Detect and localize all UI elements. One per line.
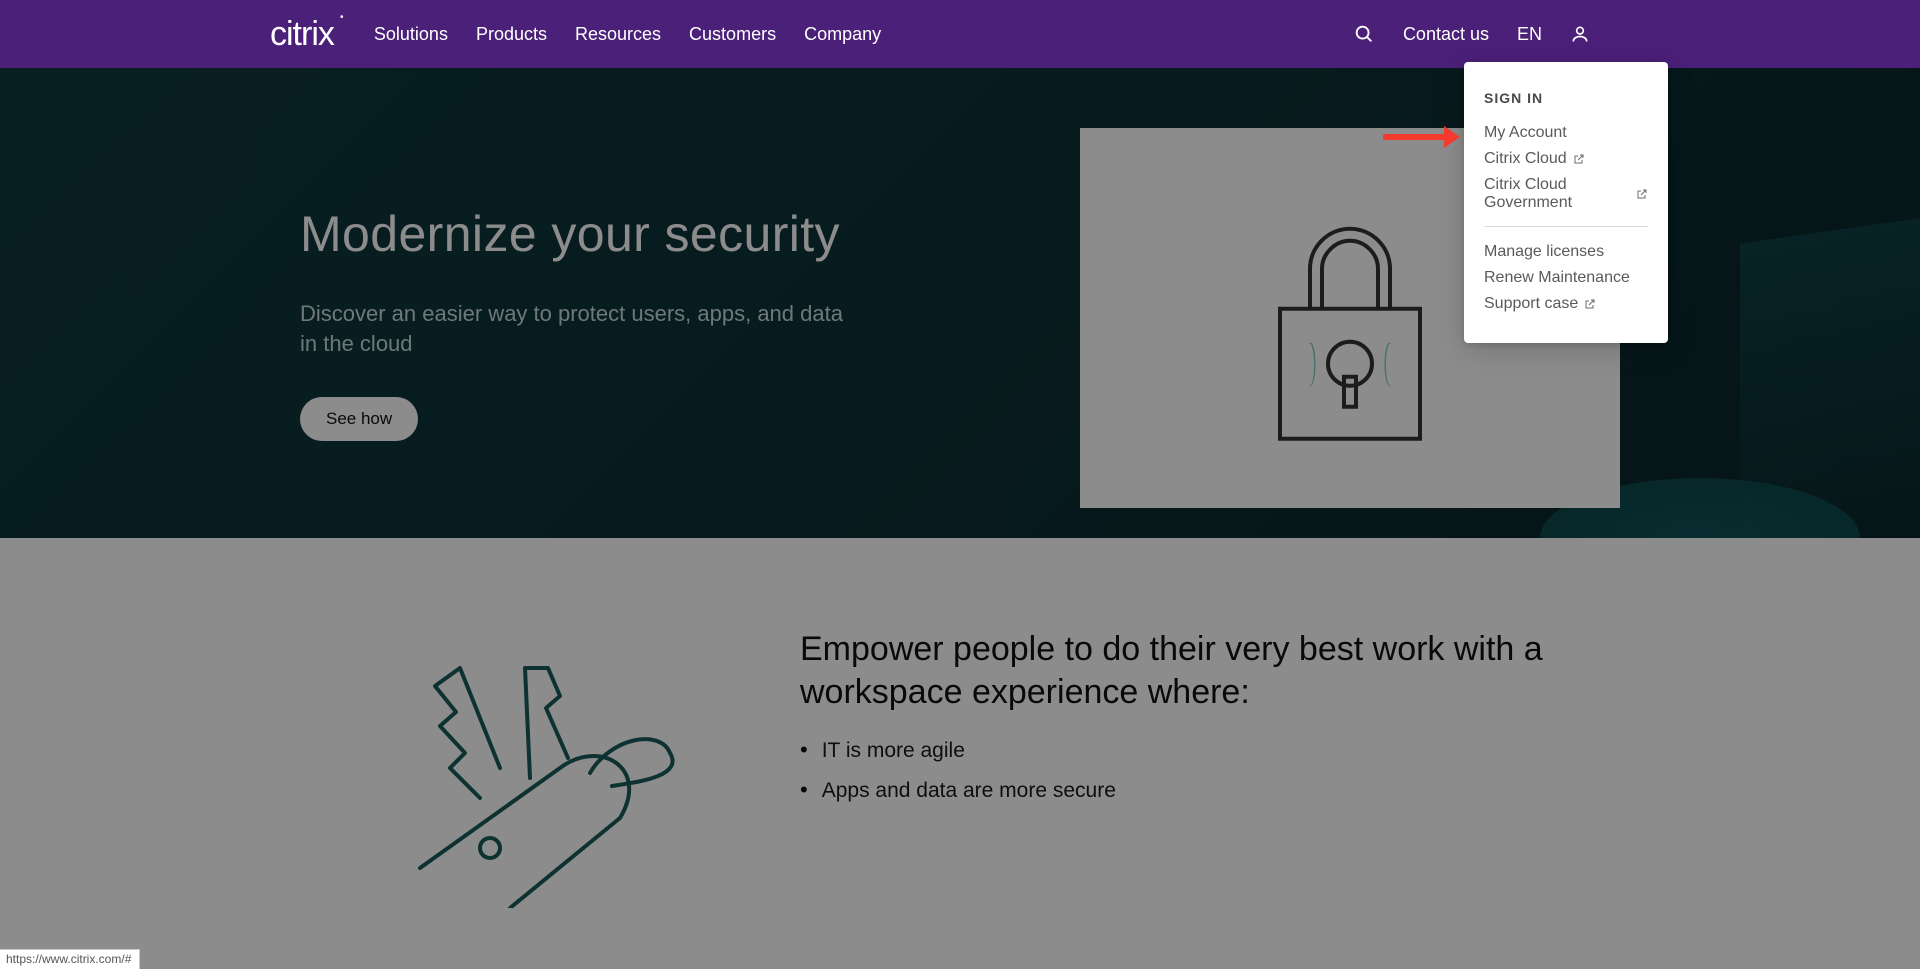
dropdown-item-my-account[interactable]: My Account: [1484, 124, 1648, 142]
bullet-text: IT is more agile: [822, 739, 965, 763]
browser-status-bar: https://www.citrix.com/#: [0, 949, 140, 969]
nav-link-customers[interactable]: Customers: [689, 24, 776, 45]
nav-links: Solutions Products Resources Customers C…: [374, 24, 881, 45]
dropdown-item-label: Citrix Cloud: [1484, 150, 1567, 168]
external-link-icon: [1573, 153, 1585, 165]
see-how-button[interactable]: See how: [300, 397, 418, 441]
nav-inner: citrix • Solutions Products Resources Cu…: [270, 15, 1590, 54]
annotation-arrow-head: [1444, 126, 1460, 148]
empower-bullet: Apps and data are more secure: [800, 779, 1620, 803]
dropdown-item-renew-maintenance[interactable]: Renew Maintenance: [1484, 269, 1648, 287]
empower-bullet: IT is more agile: [800, 739, 1620, 763]
account-menu-button[interactable]: [1570, 24, 1590, 44]
account-dropdown: SIGN IN My Account Citrix Cloud Citrix C…: [1464, 62, 1668, 343]
empower-inner: Empower people to do their very best wor…: [300, 608, 1620, 913]
bullet-text: Apps and data are more secure: [822, 779, 1116, 803]
nav-link-products[interactable]: Products: [476, 24, 547, 45]
annotation-arrow: [1383, 126, 1460, 148]
logo[interactable]: citrix •: [270, 15, 334, 54]
external-link-icon: [1636, 188, 1648, 200]
dropdown-item-manage-licenses[interactable]: Manage licenses: [1484, 243, 1648, 261]
nav-link-solutions[interactable]: Solutions: [374, 24, 448, 45]
lock-icon: [1250, 199, 1450, 464]
dropdown-title: SIGN IN: [1484, 90, 1648, 106]
logo-text: citrix: [270, 15, 334, 53]
empower-section: Empower people to do their very best wor…: [0, 538, 1920, 969]
annotation-arrow-line: [1383, 134, 1445, 140]
empower-list: IT is more agile Apps and data are more …: [800, 739, 1620, 803]
empower-title: Empower people to do their very best wor…: [800, 628, 1620, 713]
external-link-icon: [1584, 298, 1596, 310]
nav-link-resources[interactable]: Resources: [575, 24, 661, 45]
logo-dot-icon: •: [340, 12, 343, 23]
dropdown-item-label: My Account: [1484, 124, 1567, 142]
nav-link-company[interactable]: Company: [804, 24, 881, 45]
user-icon: [1570, 24, 1590, 44]
dropdown-item-citrix-cloud[interactable]: Citrix Cloud: [1484, 150, 1648, 168]
nav-right: Contact us EN: [1353, 23, 1590, 45]
dropdown-item-citrix-cloud-government[interactable]: Citrix Cloud Government: [1484, 176, 1648, 212]
top-nav: citrix • Solutions Products Resources Cu…: [0, 0, 1920, 68]
empower-illustration: [300, 608, 740, 913]
empower-text: Empower people to do their very best wor…: [800, 608, 1620, 913]
search-icon[interactable]: [1353, 23, 1375, 45]
language-selector[interactable]: EN: [1517, 24, 1542, 45]
hero-title: Modernize your security: [300, 205, 860, 263]
dropdown-item-label: Renew Maintenance: [1484, 269, 1630, 287]
dropdown-item-label: Manage licenses: [1484, 243, 1604, 261]
dropdown-item-label: Support case: [1484, 295, 1578, 313]
dropdown-separator: [1484, 226, 1648, 227]
dropdown-item-label: Citrix Cloud Government: [1484, 176, 1630, 212]
hero-text: Modernize your security Discover an easi…: [300, 165, 860, 440]
hero-subtitle: Discover an easier way to protect users,…: [300, 299, 860, 358]
contact-us-link[interactable]: Contact us: [1403, 24, 1489, 45]
dropdown-item-support-case[interactable]: Support case: [1484, 295, 1648, 313]
